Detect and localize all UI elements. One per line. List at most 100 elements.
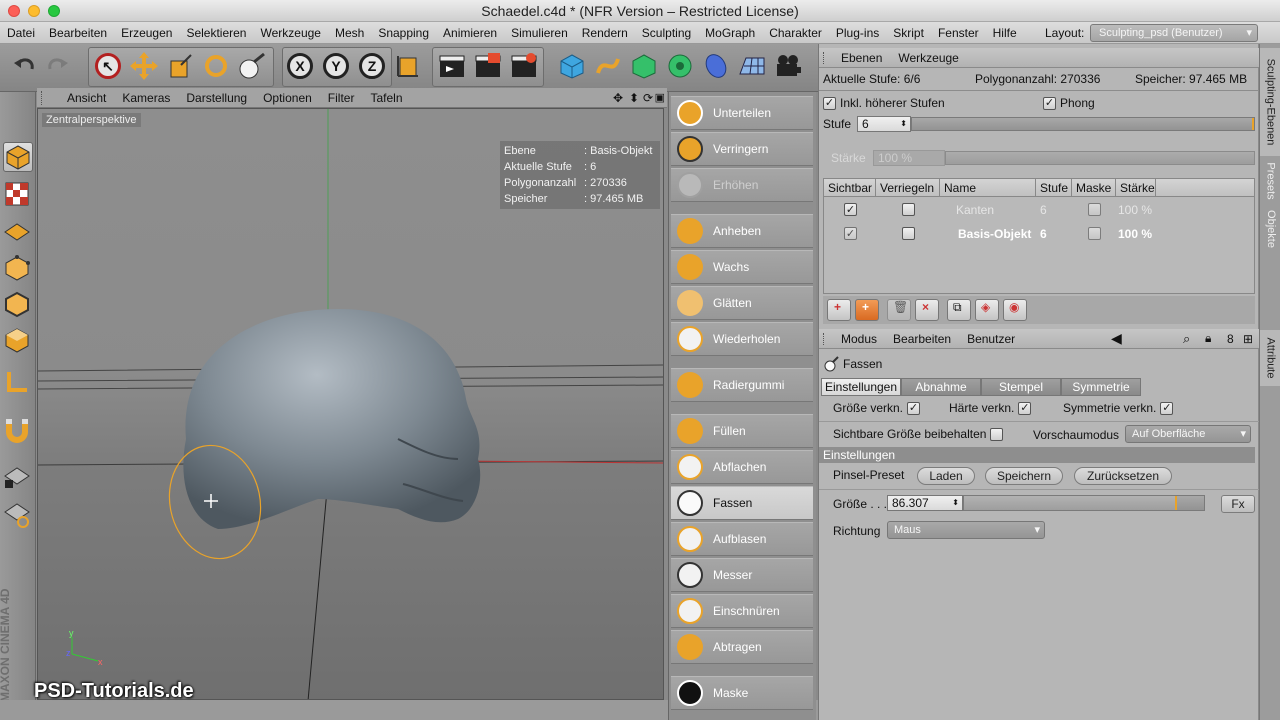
col-maske[interactable]: Maske bbox=[1072, 179, 1116, 197]
add-layer-button[interactable]: + bbox=[827, 299, 851, 321]
rotate-view-icon[interactable]: ⟳ bbox=[643, 91, 653, 105]
planar-workplane-button[interactable] bbox=[3, 500, 33, 530]
menu-mesh[interactable]: Mesh bbox=[328, 22, 371, 44]
menu-erzeugen[interactable]: Erzeugen bbox=[114, 22, 179, 44]
menu-mograph[interactable]: MoGraph bbox=[698, 22, 762, 44]
cube-object-button[interactable] bbox=[556, 49, 588, 83]
deformer-button[interactable] bbox=[700, 49, 732, 83]
bake-layer-button[interactable]: ◉ bbox=[1003, 299, 1027, 321]
generator-button[interactable] bbox=[628, 49, 660, 83]
undo-button[interactable] bbox=[8, 49, 40, 83]
tool-wachs[interactable]: Wachs bbox=[671, 250, 813, 284]
close-window-button[interactable] bbox=[8, 5, 20, 17]
axis-mode-button[interactable] bbox=[3, 368, 33, 398]
direction-select[interactable]: Maus ▾ bbox=[887, 521, 1045, 539]
clear-layer-button[interactable]: × bbox=[915, 299, 939, 321]
mask-checkbox[interactable] bbox=[1088, 203, 1101, 216]
z-axis-button[interactable]: Z bbox=[356, 49, 388, 83]
new-panel-icon[interactable]: ⊞ bbox=[1243, 332, 1253, 346]
tool-wiederholen[interactable]: Wiederholen bbox=[671, 322, 813, 356]
reset-preset-button[interactable]: Zurücksetzen bbox=[1074, 467, 1172, 485]
add-folder-button[interactable]: + bbox=[855, 299, 879, 321]
layers-menu-ebenen[interactable]: Ebenen bbox=[833, 48, 890, 68]
layers-menu-werkzeuge[interactable]: Werkzeuge bbox=[890, 48, 966, 68]
fx-button[interactable]: Fx bbox=[1221, 495, 1255, 513]
render-settings-button[interactable] bbox=[508, 49, 540, 83]
table-row[interactable]: ✓ Basis-Objekt 6 100 % bbox=[824, 223, 1254, 245]
model-mode-active-button[interactable] bbox=[3, 142, 33, 172]
tool-anheben[interactable]: Anheben bbox=[671, 214, 813, 248]
level-slider[interactable] bbox=[911, 117, 1255, 131]
copy-layer-button[interactable]: ⧉ bbox=[947, 299, 971, 321]
menu-snapping[interactable]: Snapping bbox=[371, 22, 436, 44]
menu-hilfe[interactable]: Hilfe bbox=[986, 22, 1024, 44]
tool-abflachen[interactable]: Abflachen bbox=[671, 450, 813, 484]
minimize-window-button[interactable] bbox=[28, 5, 40, 17]
array-button[interactable] bbox=[664, 49, 696, 83]
lock-icon[interactable]: 🔒︎ bbox=[1205, 331, 1211, 346]
viewport-menu-filter[interactable]: Filter bbox=[320, 88, 363, 108]
section-title-einstellungen[interactable]: Einstellungen bbox=[819, 447, 1255, 463]
rotate-button[interactable] bbox=[200, 49, 232, 83]
side-tab-objekte[interactable]: Objekte bbox=[1260, 206, 1280, 252]
snap-button[interactable] bbox=[3, 416, 33, 446]
visible-checkbox[interactable]: ✓ bbox=[844, 203, 857, 216]
tool-glaetten[interactable]: Glätten bbox=[671, 286, 813, 320]
tool-fuellen[interactable]: Füllen bbox=[671, 414, 813, 448]
x-axis-button[interactable]: X bbox=[284, 49, 316, 83]
spline-button[interactable] bbox=[592, 49, 624, 83]
points-mode-button[interactable] bbox=[3, 254, 33, 284]
tool-messer[interactable]: Messer bbox=[671, 558, 813, 592]
strength-input[interactable]: 100 % bbox=[873, 150, 945, 166]
back-arrow-icon[interactable]: ◀ bbox=[1111, 330, 1122, 347]
menu-werkzeuge[interactable]: Werkzeuge bbox=[253, 22, 327, 44]
preview-mode-select[interactable]: Auf Oberfläche ▾ bbox=[1125, 425, 1251, 443]
menu-selektieren[interactable]: Selektieren bbox=[179, 22, 253, 44]
chain-icon[interactable]: 8 bbox=[1227, 332, 1234, 346]
phong-checkbox[interactable]: ✓ bbox=[1043, 96, 1056, 110]
col-verriegeln[interactable]: Verriegeln bbox=[876, 179, 940, 197]
size-slider[interactable] bbox=[963, 495, 1205, 511]
table-row[interactable]: ✓ Kanten 6 100 % bbox=[824, 199, 1254, 221]
redo-button[interactable] bbox=[42, 49, 74, 83]
menu-plugins[interactable]: Plug-ins bbox=[829, 22, 886, 44]
attr-menu-modus[interactable]: Modus bbox=[833, 329, 885, 349]
tool-aufblasen[interactable]: Aufblasen bbox=[671, 522, 813, 556]
pan-view-icon[interactable]: ✥ bbox=[613, 91, 623, 105]
polygons-mode-button[interactable] bbox=[3, 326, 33, 356]
menu-fenster[interactable]: Fenster bbox=[931, 22, 986, 44]
live-selection-button[interactable]: ↖ bbox=[92, 49, 124, 83]
size-input[interactable]: 86.307 ⬍ bbox=[887, 495, 963, 511]
tab-abnahme[interactable]: Abnahme bbox=[901, 378, 981, 396]
side-tab-presets[interactable]: Presets bbox=[1260, 158, 1280, 204]
col-staerke[interactable]: Stärke bbox=[1116, 179, 1156, 197]
menu-bearbeiten[interactable]: Bearbeiten bbox=[42, 22, 114, 44]
link-symmetry-checkbox[interactable]: ✓ bbox=[1160, 401, 1174, 415]
tool-maske[interactable]: Maske bbox=[671, 676, 813, 710]
menu-charakter[interactable]: Charakter bbox=[762, 22, 829, 44]
mask-checkbox[interactable] bbox=[1088, 227, 1101, 240]
attr-menu-benutzer[interactable]: Benutzer bbox=[959, 329, 1023, 349]
zoom-view-icon[interactable]: ⬍ bbox=[629, 91, 639, 105]
col-stufe[interactable]: Stufe bbox=[1036, 179, 1072, 197]
move-button[interactable] bbox=[128, 49, 160, 83]
delete-layer-button[interactable]: 🗑 bbox=[887, 299, 911, 321]
load-preset-button[interactable]: Laden bbox=[917, 467, 975, 485]
model-mode-button[interactable] bbox=[3, 94, 33, 124]
menu-animieren[interactable]: Animieren bbox=[436, 22, 504, 44]
scale-button[interactable] bbox=[164, 49, 196, 83]
menu-skript[interactable]: Skript bbox=[886, 22, 931, 44]
render-view-button[interactable] bbox=[436, 49, 468, 83]
tool-unterteilen[interactable]: Unterteilen bbox=[671, 96, 813, 130]
tool-verringern[interactable]: Verringern bbox=[671, 132, 813, 166]
tool-fassen[interactable]: Fassen bbox=[671, 486, 813, 520]
menu-rendern[interactable]: Rendern bbox=[575, 22, 635, 44]
viewport-menu-darstellung[interactable]: Darstellung bbox=[178, 88, 255, 108]
merge-layer-button[interactable]: ◈ bbox=[975, 299, 999, 321]
maximize-view-icon[interactable]: ▣ bbox=[655, 91, 665, 104]
coordinate-system-button[interactable] bbox=[392, 49, 424, 83]
workplane-mode-button[interactable] bbox=[3, 216, 33, 246]
menu-datei[interactable]: Datei bbox=[0, 22, 42, 44]
link-hardness-checkbox[interactable]: ✓ bbox=[1018, 401, 1032, 415]
attr-menu-bearbeiten[interactable]: Bearbeiten bbox=[885, 329, 959, 349]
